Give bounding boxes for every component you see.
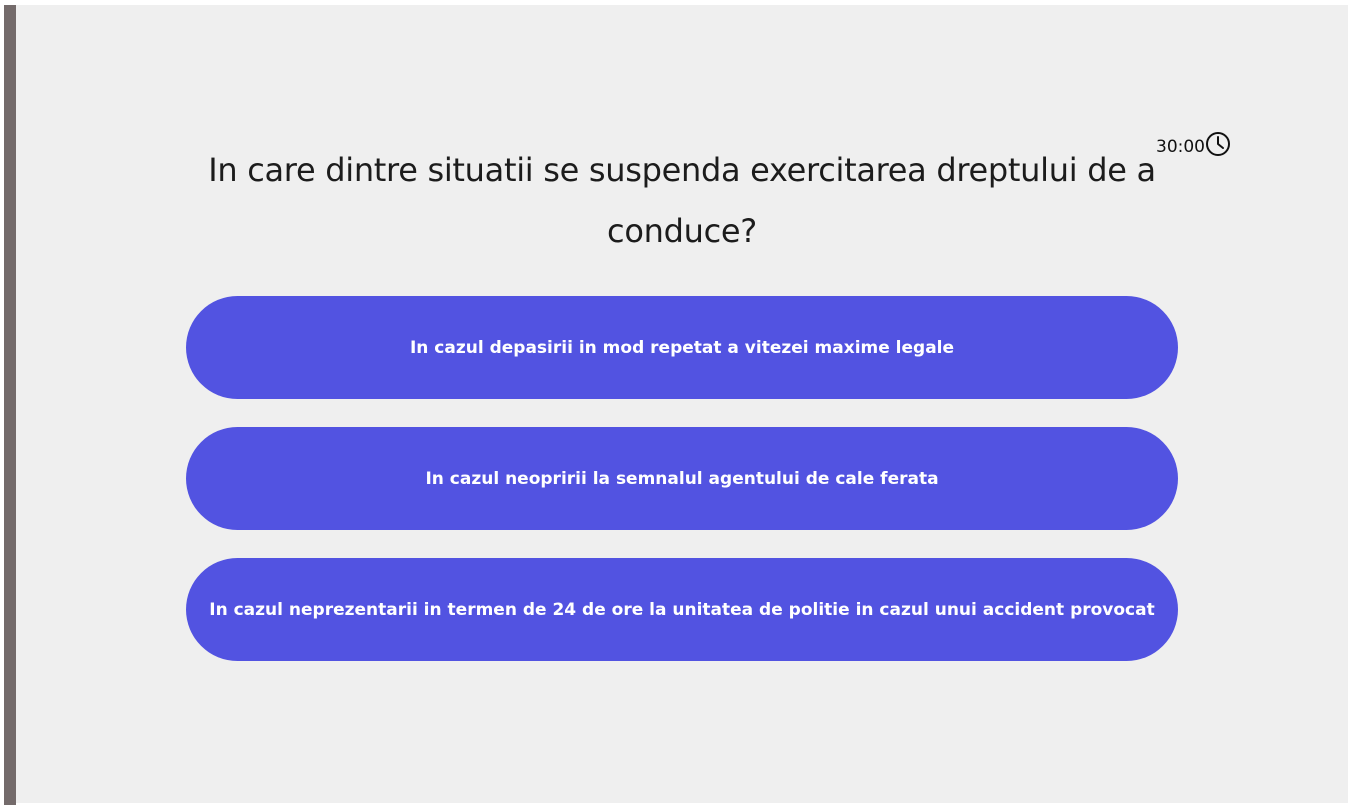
quiz-page: 30:00 In care dintre situatii se suspend… [0,0,1350,805]
answer-option-label: In cazul neopririi la semnalul agentului… [425,468,939,489]
answer-option-2[interactable]: In cazul neopririi la semnalul agentului… [186,427,1178,530]
answer-option-label: In cazul neprezentarii in termen de 24 d… [209,599,1155,620]
clock-icon [1205,131,1231,157]
quiz-panel [16,5,1348,803]
answer-option-3[interactable]: In cazul neprezentarii in termen de 24 d… [186,558,1178,661]
answer-option-1[interactable]: In cazul depasirii in mod repetat a vite… [186,296,1178,399]
question-text: In care dintre situatii se suspenda exer… [208,151,1156,250]
answer-option-label: In cazul depasirii in mod repetat a vite… [409,337,955,358]
left-accent-bar [4,5,16,805]
